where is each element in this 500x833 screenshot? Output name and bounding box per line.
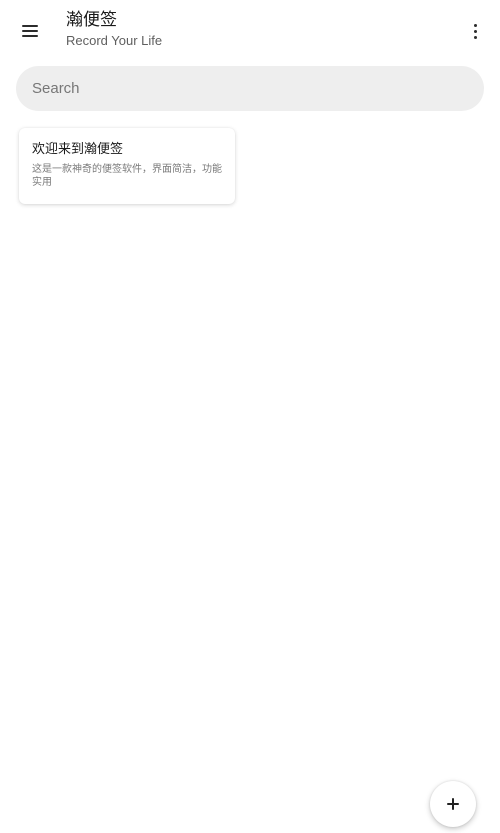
more-options-button[interactable] [460,16,490,46]
add-note-button[interactable] [430,781,476,827]
app-title: 瀚便签 [66,10,117,30]
note-title: 欢迎来到瀚便签 [32,142,124,157]
plus-icon [447,798,459,810]
search-input[interactable] [32,80,452,97]
more-vert-icon [473,23,477,27]
search-bar[interactable] [16,66,484,111]
note-card[interactable]: 欢迎来到瀚便签 这是一款神奇的便签软件，界面简洁，功能实用 [19,128,235,204]
app-subtitle: Record Your Life [66,33,163,48]
menu-button[interactable] [12,14,48,48]
top-app-bar: 瀚便签 Record Your Life [0,0,500,60]
menu-icon [22,25,38,37]
note-body: 这是一款神奇的便签软件，界面简洁，功能实用 [32,164,222,188]
title-group: 瀚便签 Record Your Life [66,9,162,50]
